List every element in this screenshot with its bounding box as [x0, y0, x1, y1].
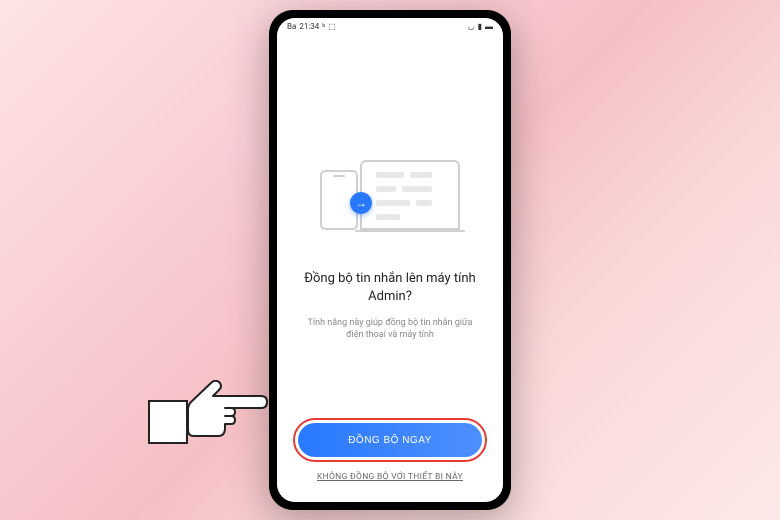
phone-screen: Ba 21:34 ᵇ ⬚ ◡ ▮ ▬: [277, 18, 503, 502]
sync-content: → Đồng bộ tin nhắn lên máy tính Admin? T…: [277, 34, 503, 502]
signal-icon: ▮: [478, 22, 482, 31]
dont-sync-link[interactable]: KHÔNG ĐỒNG BỘ VỚI THIẾT BỊ NÀY: [317, 472, 463, 482]
top-section: → Đồng bộ tin nhắn lên máy tính Admin? T…: [293, 74, 487, 418]
bottom-section: ĐỒNG BỘ NGAY KHÔNG ĐỒNG BỘ VỚI THIẾT BỊ …: [293, 418, 487, 482]
sync-illustration: →: [320, 150, 460, 240]
battery-icon: ▬: [485, 22, 493, 31]
status-time: 21:34: [299, 22, 319, 31]
status-bar-right: ◡ ▮ ▬: [468, 22, 493, 31]
sync-now-button[interactable]: ĐỒNG BỘ NGAY: [298, 423, 482, 457]
wifi-icon: ◡: [468, 22, 475, 31]
phone-frame: Ba 21:34 ᵇ ⬚ ◡ ▮ ▬: [269, 10, 511, 510]
button-highlight-box: ĐỒNG BỘ NGAY: [293, 418, 487, 462]
status-bar: Ba 21:34 ᵇ ⬚ ◡ ▮ ▬: [277, 18, 503, 34]
sync-subtitle: Tính năng này giúp đồng bộ tin nhắn giữa…: [293, 317, 487, 342]
pointing-hand-icon: [148, 372, 268, 462]
status-bar-left: Ba 21:34 ᵇ ⬚: [287, 22, 336, 31]
sync-title: Đồng bộ tin nhắn lên máy tính Admin?: [293, 270, 487, 306]
app-icon: ⬚: [328, 22, 336, 31]
carrier-label: Ba: [287, 22, 296, 31]
laptop-icon: [360, 160, 460, 230]
bluetooth-icon: ᵇ: [322, 22, 325, 31]
